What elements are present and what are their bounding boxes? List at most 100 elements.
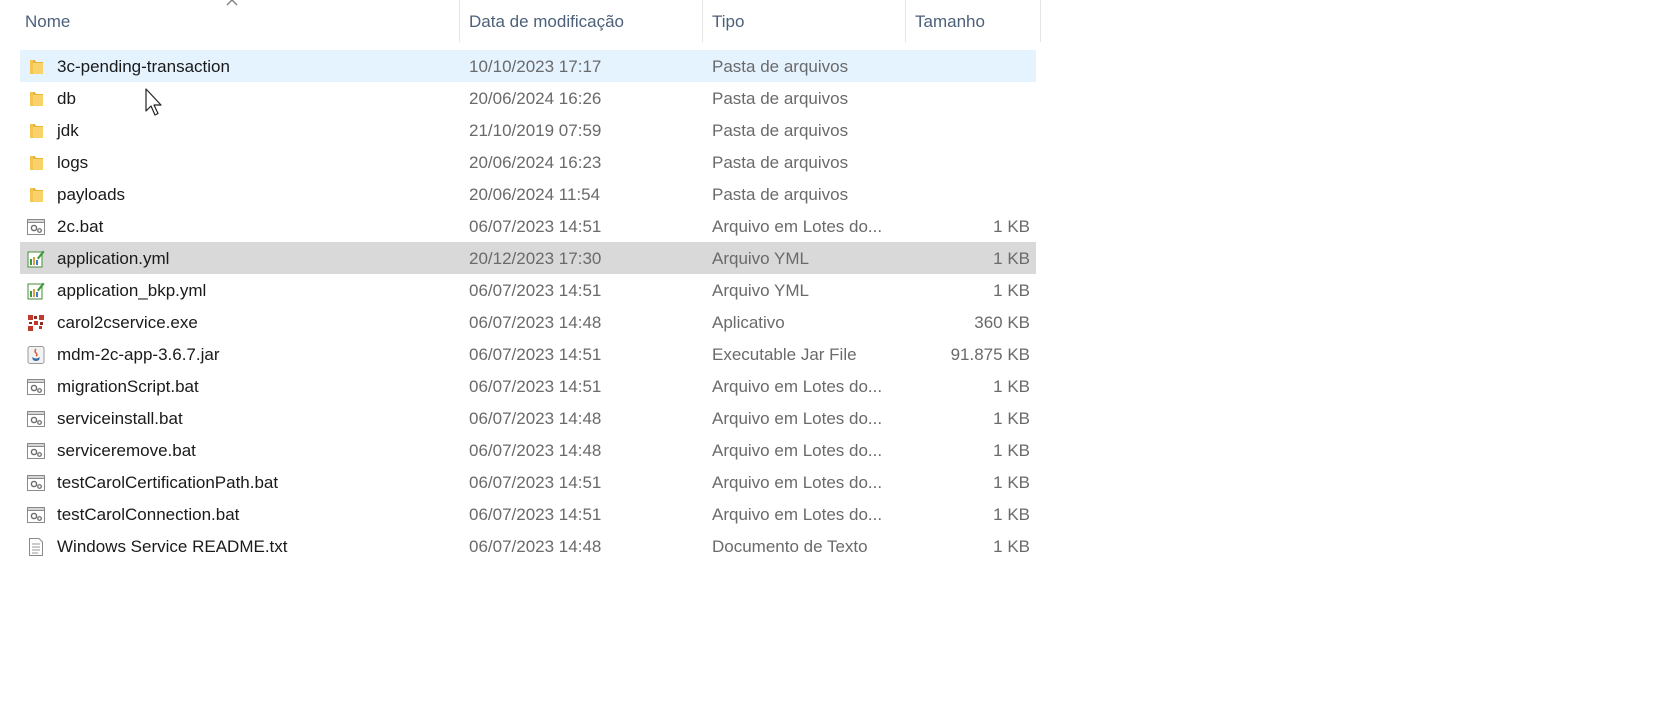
file-row[interactable]: db 20/06/2024 16:26 Pasta de arquivos xyxy=(20,82,1036,114)
file-type: Arquivo em Lotes do... xyxy=(712,409,883,428)
file-row[interactable]: serviceinstall.bat 06/07/2023 14:48 Arquiv… xyxy=(20,402,1036,434)
file-row[interactable]: serviceremove.bat 06/07/2023 14:48 Arquivo… xyxy=(20,434,1036,466)
column-header-type-label: Tipo xyxy=(712,12,745,31)
file-size: 360 KB xyxy=(974,313,1030,332)
jar-file-icon xyxy=(26,345,46,365)
file-type: Pasta de arquivos xyxy=(712,185,849,204)
file-row[interactable]: 3c-pending-transaction 10/10/2023 17:17 Pa… xyxy=(20,50,1036,82)
folder-icon xyxy=(26,185,46,205)
file-date-modified: 20/12/2023 17:30 xyxy=(469,249,602,268)
file-row[interactable]: testCarolConnection.bat 06/07/2023 14:51 A… xyxy=(20,498,1036,530)
column-header-date-label: Data de modificação xyxy=(469,12,624,31)
file-type: Aplicativo xyxy=(712,313,785,332)
file-name: Windows Service README.txt xyxy=(57,537,288,556)
batch-file-icon xyxy=(26,473,46,493)
file-type: Documento de Texto xyxy=(712,537,868,556)
yml-file-icon xyxy=(26,281,46,301)
file-size: 1 KB xyxy=(993,537,1030,556)
file-row[interactable]: testCarolCertificationPath.bat 06/07/2023… xyxy=(20,466,1036,498)
file-name: 3c-pending-transaction xyxy=(57,57,230,76)
file-type: Pasta de arquivos xyxy=(712,89,849,108)
file-date-modified: 20/06/2024 11:54 xyxy=(469,185,601,204)
file-row[interactable]: carol2cservice.exe 06/07/2023 14:48 Aplica… xyxy=(20,306,1036,338)
folder-icon xyxy=(26,153,46,173)
file-date-modified: 10/10/2023 17:17 xyxy=(469,57,602,76)
batch-file-icon xyxy=(26,377,46,397)
file-date-modified: 06/07/2023 14:51 xyxy=(469,473,602,492)
file-date-modified: 06/07/2023 14:51 xyxy=(469,281,602,300)
file-rows: 3c-pending-transaction 10/10/2023 17:17 Pa… xyxy=(20,50,1036,562)
file-row[interactable]: jdk 21/10/2019 07:59 Pasta de arquivos xyxy=(20,114,1036,146)
file-name: serviceremove.bat xyxy=(57,441,196,460)
file-size: 91.875 KB xyxy=(950,345,1030,364)
file-row[interactable]: payloads 20/06/2024 11:54 Pasta de arquivo… xyxy=(20,178,1036,210)
file-size: 1 KB xyxy=(993,249,1030,268)
file-name: logs xyxy=(57,153,89,172)
column-header-name[interactable]: Nome xyxy=(17,0,460,42)
file-row[interactable]: Windows Service README.txt 06/07/2023 14:… xyxy=(20,530,1036,562)
folder-icon xyxy=(26,121,46,141)
file-date-modified: 06/07/2023 14:48 xyxy=(469,441,602,460)
text-file-icon xyxy=(26,537,46,557)
file-name: 2c.bat xyxy=(57,217,104,236)
batch-file-icon xyxy=(26,505,46,525)
file-size: 1 KB xyxy=(993,505,1030,524)
file-date-modified: 06/07/2023 14:51 xyxy=(469,345,602,364)
file-type: Arquivo em Lotes do... xyxy=(712,377,883,396)
file-list-view: Nome Data de modificação Tipo Tamanho 3c… xyxy=(0,0,1662,716)
file-type: Arquivo em Lotes do... xyxy=(712,505,883,524)
column-header-name-label: Nome xyxy=(25,12,71,31)
file-date-modified: 21/10/2019 07:59 xyxy=(469,121,602,140)
file-type: Pasta de arquivos xyxy=(712,153,849,172)
file-size: 1 KB xyxy=(993,441,1030,460)
column-header-type[interactable]: Tipo xyxy=(703,0,906,42)
file-name: mdm-2c-app-3.6.7.jar xyxy=(57,345,220,364)
file-date-modified: 06/07/2023 14:48 xyxy=(469,537,602,556)
file-date-modified: 20/06/2024 16:23 xyxy=(469,153,602,172)
column-header-date[interactable]: Data de modificação xyxy=(460,0,703,42)
file-size: 1 KB xyxy=(993,409,1030,428)
column-header-bar: Nome Data de modificação Tipo Tamanho xyxy=(0,0,1041,42)
file-row[interactable]: mdm-2c-app-3.6.7.jar 06/07/2023 14:51 Exec… xyxy=(20,338,1036,370)
file-date-modified: 06/07/2023 14:48 xyxy=(469,313,602,332)
file-row[interactable]: 2c.bat 06/07/2023 14:51 Arquivo em Lotes d… xyxy=(20,210,1036,242)
file-name: payloads xyxy=(57,185,126,204)
column-header-size[interactable]: Tamanho xyxy=(906,0,1041,42)
file-name: testCarolConnection.bat xyxy=(57,505,240,524)
file-date-modified: 06/07/2023 14:48 xyxy=(469,409,602,428)
file-size: 1 KB xyxy=(993,281,1030,300)
exe-file-icon xyxy=(26,313,46,333)
batch-file-icon xyxy=(26,217,46,237)
yml-file-icon xyxy=(26,249,46,269)
file-name: testCarolCertificationPath.bat xyxy=(57,473,279,492)
file-name: carol2cservice.exe xyxy=(57,313,198,332)
file-type: Arquivo YML xyxy=(712,249,810,268)
file-name: application_bkp.yml xyxy=(57,281,207,300)
file-name: jdk xyxy=(57,121,79,140)
file-row[interactable]: application.yml 20/12/2023 17:30 Arquivo Y… xyxy=(20,242,1036,274)
file-row[interactable]: logs 20/06/2024 16:23 Pasta de arquivos xyxy=(20,146,1036,178)
file-name: serviceinstall.bat xyxy=(57,409,183,428)
column-header-size-label: Tamanho xyxy=(915,12,985,31)
file-type: Pasta de arquivos xyxy=(712,121,849,140)
file-date-modified: 20/06/2024 16:26 xyxy=(469,89,602,108)
file-date-modified: 06/07/2023 14:51 xyxy=(469,505,602,524)
file-type: Pasta de arquivos xyxy=(712,57,849,76)
file-name: migrationScript.bat xyxy=(57,377,199,396)
mouse-pointer-icon xyxy=(145,88,165,118)
file-row[interactable]: application_bkp.yml 06/07/2023 14:51 Arqui… xyxy=(20,274,1036,306)
file-date-modified: 06/07/2023 14:51 xyxy=(469,377,602,396)
file-type: Executable Jar File xyxy=(712,345,857,364)
folder-icon xyxy=(26,89,46,109)
file-name: application.yml xyxy=(57,249,170,268)
batch-file-icon xyxy=(26,441,46,461)
file-type: Arquivo em Lotes do... xyxy=(712,217,883,236)
file-row[interactable]: migrationScript.bat 06/07/2023 14:51 Arqui… xyxy=(20,370,1036,402)
file-size: 1 KB xyxy=(993,377,1030,396)
file-type: Arquivo em Lotes do... xyxy=(712,473,883,492)
file-name: db xyxy=(57,89,76,108)
file-type: Arquivo YML xyxy=(712,281,810,300)
folder-icon xyxy=(26,57,46,77)
file-size: 1 KB xyxy=(993,217,1030,236)
file-size: 1 KB xyxy=(993,473,1030,492)
